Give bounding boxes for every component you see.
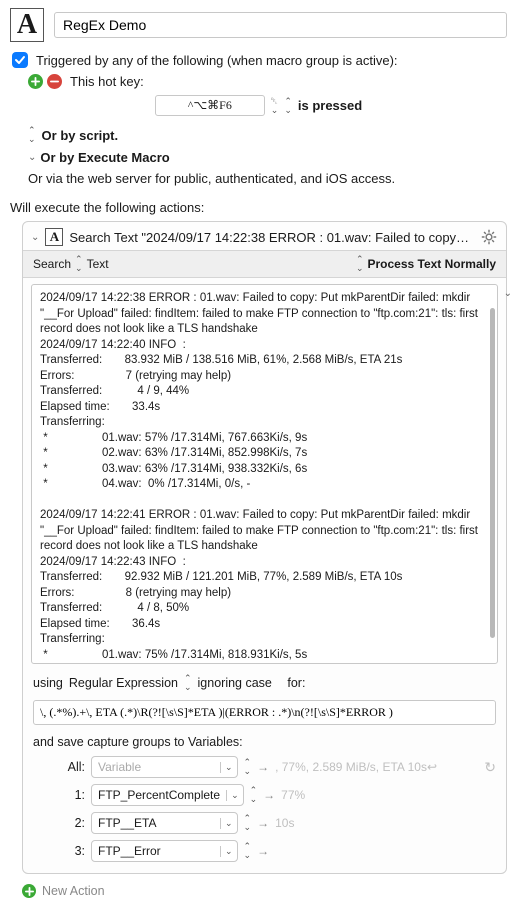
macro-title-input[interactable] [54,12,507,38]
search-text-content[interactable]: 2024/09/17 14:22:38 ERROR : 01.wav: Fail… [31,284,498,664]
enabled-checkbox[interactable] [12,52,28,68]
new-action-button[interactable] [22,884,36,898]
capture-variable-combo[interactable]: FTP__ETA⌄ [91,812,238,834]
gear-icon[interactable] [480,228,498,246]
hotkey-label: This hot key: [70,74,144,89]
execute-label: Will execute the following actions: [10,200,507,215]
action-card: ⌄ A Search Text "2024/09/17 14:22:38 ERR… [22,221,507,874]
or-execute-label: Or by Execute Macro [40,150,169,165]
case-popup[interactable]: ignoring case [198,676,272,690]
save-captures-label: and save capture groups to Variables: [23,729,506,753]
or-script-stepper[interactable]: ⌃⌄ [28,126,36,144]
capture-index-label: 1: [63,788,85,802]
capture-options-stepper[interactable]: ⌃⌄ [244,842,252,860]
or-web-label: Or via the web server for public, authen… [28,171,507,186]
or-execute-disclose[interactable]: ⌄ [28,152,36,163]
or-script-label: Or by script. [42,128,119,143]
remove-trigger-button[interactable] [47,74,62,89]
action-disclose[interactable]: ⌄ [31,232,39,243]
capture-options-stepper[interactable]: ⌃⌄ [244,758,252,776]
arrow-icon: → [257,760,269,774]
hotkey-mode-stepper[interactable]: ⌃⌄ [284,97,292,115]
process-mode-popup[interactable]: Process Text Normally [367,257,496,271]
capture-index-label: All: [63,760,85,774]
capture-row: 3: FTP__Error⌄ ⌃⌄ → [23,837,506,865]
hotkey-field[interactable]: ^⌥⌘F6 [155,95,265,116]
regex-input[interactable] [33,700,496,725]
macro-type-icon: A [10,8,44,42]
search-popup[interactable]: Search [33,257,71,271]
match-type-popup[interactable]: Regular Expression [69,676,178,690]
arrow-icon: → [257,844,269,858]
repeat-icon: ↻ [484,759,496,776]
capture-row: 1: FTP_PercentComplete⌄ ⌃⌄ → 77% [23,781,506,809]
capture-variable-combo[interactable]: FTP_PercentComplete⌄ [91,784,244,806]
using-label: using [33,676,63,690]
hotkey-mode-label: is pressed [298,98,362,113]
capture-preview: 10s [275,816,496,830]
capture-index-label: 3: [63,844,85,858]
action-title: Search Text "2024/09/17 14:22:38 ERROR :… [69,230,474,245]
source-popup[interactable]: Text [87,257,109,271]
arrow-icon: → [263,788,275,802]
capture-row: All: Variable⌄ ⌃⌄ → , 77%, 2.589 MiB/s, … [23,753,506,781]
capture-row: 2: FTP__ETA⌄ ⌃⌄ → 10s [23,809,506,837]
scrollbar[interactable] [490,308,495,638]
action-type-icon: A [45,228,63,246]
text-options-stepper[interactable]: ⌄ [504,288,512,299]
capture-preview: , 77%, 2.589 MiB/s, ETA 10s↩ [275,760,478,774]
add-trigger-button[interactable] [28,74,43,89]
capture-options-stepper[interactable]: ⌃⌄ [250,786,258,804]
capture-index-label: 2: [63,816,85,830]
for-label: for: [287,676,305,690]
capture-options-stepper[interactable]: ⌃⌄ [244,814,252,832]
arrow-icon: → [257,816,269,830]
capture-variable-combo[interactable]: Variable⌄ [91,756,238,778]
hotkey-stepper[interactable]: ␡⌄ [271,97,279,115]
capture-preview: 77% [281,788,496,802]
new-action-label: New Action [42,884,105,898]
capture-variable-combo[interactable]: FTP__Error⌄ [91,840,238,862]
trigger-label: Triggered by any of the following (when … [36,53,398,68]
